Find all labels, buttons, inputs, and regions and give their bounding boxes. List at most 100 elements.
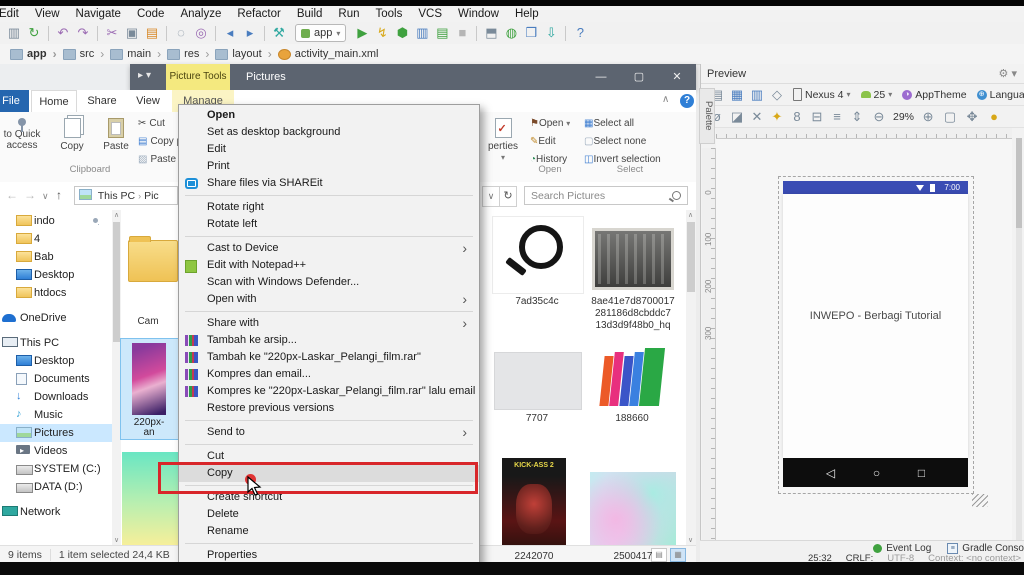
expand-icon[interactable]: ⊟ [807, 107, 827, 127]
sidebar-item[interactable]: SYSTEM (C:) [0, 460, 112, 478]
menu-item[interactable]: View [27, 8, 68, 20]
run-config-dropdown[interactable]: app ▾ [295, 24, 346, 42]
edit-button[interactable]: ✎Edit [530, 136, 556, 152]
context-menu-item[interactable]: Tambah ke "220px-Laskar_Pelangi_film.rar… [179, 349, 479, 366]
open-button[interactable]: ⚑Open ▾ [530, 118, 570, 134]
profiler-icon[interactable]: ▥ [412, 23, 432, 43]
file-selected-image[interactable]: 220px- an [120, 338, 180, 440]
file-bw-photo[interactable] [592, 228, 674, 290]
breadcrumb-item[interactable]: src [63, 47, 111, 61]
context-menu-item[interactable] [185, 311, 473, 312]
phone-screen[interactable] [783, 194, 968, 458]
event-log-button[interactable]: Event Log [873, 543, 931, 554]
cut-button[interactable]: ✂Cut [138, 118, 182, 134]
picture-tools-tab[interactable]: Picture Tools [166, 64, 230, 90]
device-dropdown[interactable]: Nexus 4▾ [793, 88, 851, 101]
menu-item[interactable]: Help [507, 8, 547, 20]
file-grey-image[interactable] [494, 352, 582, 410]
paste-icon[interactable]: ▤ [142, 23, 162, 43]
maximize-button[interactable]: ▢ [620, 64, 658, 90]
sidebar-item[interactable]: Videos [0, 442, 112, 460]
breadcrumb-item[interactable]: activity_main.xml [278, 48, 391, 60]
monitor-icon[interactable]: ⬒ [481, 23, 501, 43]
context-menu-item[interactable]: Print [179, 158, 479, 175]
redo-icon[interactable]: ↷ [73, 23, 93, 43]
sidebar-item[interactable]: This PC [0, 334, 112, 352]
toolbar-icon[interactable] [565, 26, 566, 41]
tab-file[interactable]: File [0, 90, 29, 112]
context-menu-item[interactable]: Share files via SHAREit [179, 175, 479, 192]
menu-item[interactable]: Refactor [229, 8, 288, 20]
context-menu-item[interactable]: Share with [179, 315, 479, 332]
sidebar-item[interactable]: Network [0, 503, 112, 521]
toolbar-icon[interactable] [264, 26, 265, 41]
address-dropdown-icon[interactable]: ∨ [482, 186, 500, 207]
pan-icon[interactable]: ✥ [962, 107, 982, 127]
font-size-label[interactable]: 8 [787, 107, 807, 127]
phone-textview[interactable]: INWEPO - Berbagi Tutorial [783, 310, 968, 322]
context-menu-item[interactable] [185, 444, 473, 445]
search-input[interactable]: Search Pictures [524, 186, 688, 205]
sidebar-item[interactable]: Bab [0, 248, 112, 266]
context-menu-item[interactable] [185, 195, 473, 196]
sync-project-icon[interactable]: ❒ [521, 23, 541, 43]
context-menu-item[interactable]: Rotate right [179, 199, 479, 216]
tab-view[interactable]: View [127, 90, 169, 112]
breadcrumb-item[interactable]: res [167, 47, 215, 61]
toolbar-icon[interactable] [97, 26, 98, 41]
context-menu-item[interactable]: Send to [179, 424, 479, 441]
sidebar-item[interactable]: htdocs [0, 284, 112, 302]
menu-item[interactable]: Window [450, 8, 507, 20]
scroll-up-icon[interactable]: ∧ [686, 211, 695, 219]
sidebar-item[interactable]: Desktop [0, 266, 112, 284]
file-list-scrollbar[interactable]: ∧ ∨ [686, 210, 696, 545]
gear-icon[interactable]: ⚙ ▾ [999, 64, 1017, 84]
clear-icon[interactable]: ✕ [747, 107, 767, 127]
inspect-icon[interactable]: ◎ [191, 23, 211, 43]
zoom-in-icon[interactable]: ⊕ [918, 107, 938, 127]
tab-share[interactable]: Share [79, 90, 125, 112]
sidebar-item[interactable]: indo [0, 212, 112, 230]
run-icon[interactable]: ▶ [352, 23, 372, 43]
sidebar-item[interactable]: DATA (D:) [0, 478, 112, 496]
pin-to-quick-access-button[interactable]: to Quickaccess [0, 116, 44, 172]
collapse-ribbon-icon[interactable]: ∧ [662, 94, 669, 105]
scrollbar-thumb[interactable] [687, 222, 695, 292]
context-menu-item[interactable] [185, 543, 473, 544]
minimize-button[interactable]: — [582, 64, 620, 90]
context-menu-item[interactable]: Cast to Device [179, 240, 479, 257]
toolbar-icon[interactable] [166, 26, 167, 41]
scroll-down-icon[interactable]: ∨ [112, 536, 121, 544]
back-icon[interactable]: ◂ [220, 23, 240, 43]
context-menu-item[interactable]: Set as desktop background [179, 124, 479, 141]
scroll-up-icon[interactable]: ∧ [112, 211, 121, 219]
copy-icon[interactable]: ▣ [122, 23, 142, 43]
forward-icon[interactable]: ▸ [240, 23, 260, 43]
sidebar-item[interactable]: 4 [0, 230, 112, 248]
breadcrumb-item[interactable]: app [10, 47, 63, 61]
menu-item[interactable]: Code [129, 8, 173, 20]
zoom-fit-icon[interactable]: ▢ [940, 107, 960, 127]
save-icon[interactable]: ▥ [4, 23, 24, 43]
help-icon[interactable]: ? [570, 23, 590, 43]
menu-item[interactable]: Run [330, 8, 367, 20]
context-menu-item[interactable]: Kompres dan email... [179, 366, 479, 383]
context-menu-item[interactable]: Kompres ke "220px-Laskar_Pelangi_film.ra… [179, 383, 479, 400]
toolbar-icon[interactable] [476, 26, 477, 41]
menu-item[interactable]: Tools [368, 8, 411, 20]
context-menu-item[interactable] [185, 420, 473, 421]
context-menu-item[interactable]: Open [179, 107, 479, 124]
toolbar-icon[interactable] [215, 26, 216, 41]
apply-changes-icon[interactable]: ↯ [372, 23, 392, 43]
sidebar-item[interactable]: Music [0, 406, 112, 424]
context-menu-item[interactable]: Restore previous versions [179, 400, 479, 417]
theme-dropdown[interactable]: ◑ AppTheme [902, 89, 966, 101]
select-all-button[interactable]: ▦Select all [584, 118, 634, 134]
notifications-bell-icon[interactable]: ● [984, 107, 1004, 127]
coverage-icon[interactable]: ▤ [432, 23, 452, 43]
design-surface-icon[interactable]: ◪ [727, 107, 747, 127]
recent-locations-icon[interactable]: ∨ [42, 191, 49, 202]
debug-icon[interactable]: ⬢ [392, 23, 412, 43]
distribute-icon[interactable]: ⇕ [847, 107, 867, 127]
context-menu-item[interactable]: Tambah ke arsip... [179, 332, 479, 349]
